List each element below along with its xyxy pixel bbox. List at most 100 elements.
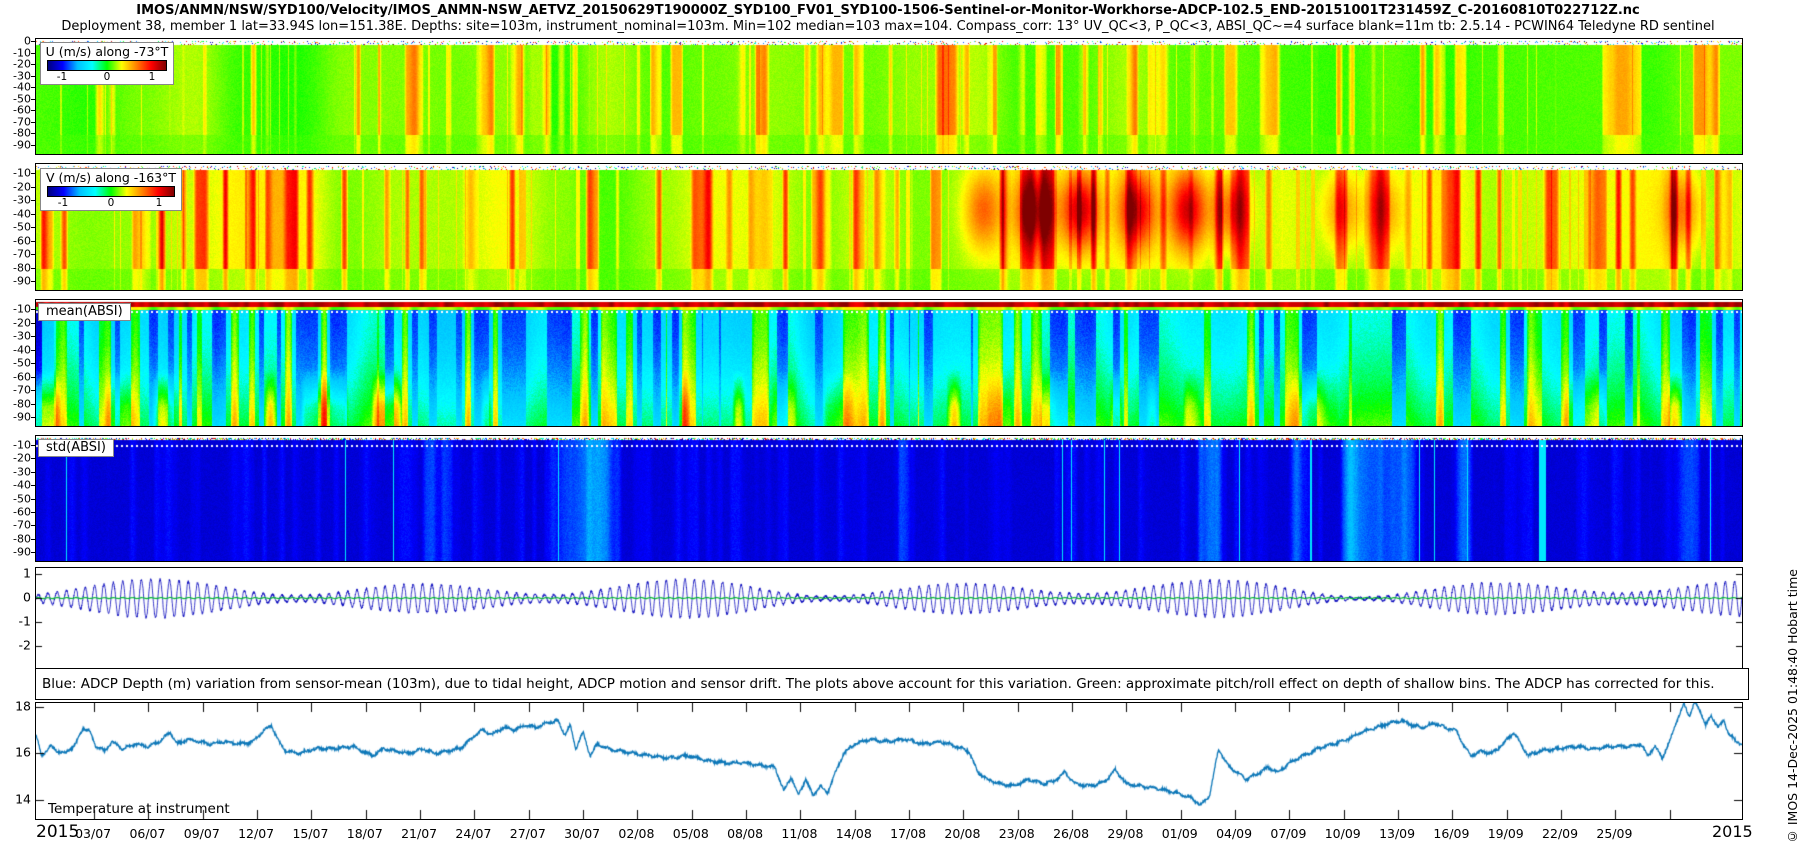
tick-mark <box>31 363 35 364</box>
figure-subtitle: Deployment 38, member 1 lat=33.94S lon=1… <box>61 19 1715 34</box>
date-tick-label: 19/09 <box>1487 826 1524 841</box>
depth-tick-label: -50 <box>13 220 31 234</box>
depth-tick-label: -30 <box>13 465 31 479</box>
tick-mark <box>31 110 35 111</box>
depth-tick-label: -10 <box>13 438 31 452</box>
colorbar-tick-label: 1 <box>155 197 163 209</box>
tick-mark <box>31 41 35 42</box>
mean-absi-panel: mean(ABSI) <box>35 299 1743 427</box>
depth-tick-label: -90 <box>13 545 31 559</box>
std-absi-heatmap <box>36 436 1742 561</box>
tick-mark <box>31 336 35 337</box>
tick-mark <box>31 350 35 351</box>
depth-tick-label: -30 <box>13 193 31 207</box>
year-label-left: 2015 <box>36 822 80 842</box>
depth-tick-label: -70 <box>13 518 31 532</box>
date-tick-label: 04/09 <box>1216 826 1253 841</box>
tick-mark <box>31 133 35 134</box>
date-tick-label: 10/09 <box>1324 826 1361 841</box>
tick-mark <box>31 145 35 146</box>
depth-tick-label: -70 <box>13 383 31 397</box>
v-colorbar-ticks: -1 0 1 <box>47 197 175 210</box>
depth-tick-label: -50 <box>13 356 31 370</box>
u-legend-title: U (m/s) along -73°T <box>45 44 169 59</box>
temp-tick-label: 18 <box>15 698 31 713</box>
tick-mark <box>31 99 35 100</box>
mean-absi-heatmap <box>36 300 1742 426</box>
date-tick-label: 17/08 <box>890 826 927 841</box>
depth-tick-label: -90 <box>13 274 31 288</box>
temperature-label: Temperature at instrument <box>48 801 230 817</box>
temp-tick-label: 14 <box>15 791 31 807</box>
date-tick-label: 21/07 <box>401 826 438 841</box>
date-tick-label: 12/07 <box>238 826 275 841</box>
date-tick-label: 25/09 <box>1596 826 1633 841</box>
depth-tick-label: -40 <box>13 343 31 356</box>
tick-mark <box>31 458 35 459</box>
depth-variation-plot <box>36 568 1742 669</box>
tick-mark <box>31 87 35 88</box>
colorbar-tick-label: 1 <box>148 71 156 83</box>
depth-tick-label: -80 <box>13 532 31 546</box>
tick-mark <box>31 200 35 201</box>
tick-mark <box>31 268 35 269</box>
tick-mark <box>31 241 35 242</box>
date-tick-label: 08/08 <box>727 826 764 841</box>
depth-tick-label: -20 <box>13 316 31 329</box>
std-absi-panel: std(ABSI) <box>35 435 1743 562</box>
tick-mark <box>31 64 35 65</box>
tick-mark <box>31 214 35 215</box>
u-velocity-heatmap <box>36 39 1742 154</box>
figure-root: IMOS/ANMN/NSW/SYD100/Velocity/IMOS_ANMN-… <box>0 0 1800 850</box>
tick-mark <box>31 76 35 77</box>
depth-tick-label: -70 <box>13 247 31 261</box>
v-colorbar-legend: V (m/s) along -163°T -1 0 1 <box>40 168 182 211</box>
tick-mark <box>31 227 35 228</box>
date-tick-label: 30/07 <box>564 826 601 841</box>
tick-mark <box>31 404 35 405</box>
date-tick-label: 23/08 <box>998 826 1035 841</box>
colorbar-tick-label: -1 <box>57 197 69 209</box>
tick-mark <box>31 512 35 513</box>
date-tick-label: 27/07 <box>509 826 546 841</box>
colorbar-tick-label: -1 <box>56 71 68 83</box>
date-tick-label: 09/07 <box>183 826 220 841</box>
date-tick-label: 02/08 <box>618 826 655 841</box>
year-label-right: 2015 <box>1712 822 1753 841</box>
figure-title: IMOS/ANMN/NSW/SYD100/Velocity/IMOS_ANMN-… <box>136 3 1640 18</box>
temperature-panel: Temperature at instrument <box>35 702 1743 820</box>
depth-tick-label: -50 <box>13 492 31 505</box>
u-velocity-panel: U (m/s) along -73°T -1 0 1 <box>35 38 1743 155</box>
std-absi-label: std(ABSI) <box>38 439 114 457</box>
depth-tick-label: -40 <box>13 478 31 492</box>
depth-tick-label: -60 <box>13 234 31 247</box>
depth-tick-label: -80 <box>13 261 31 274</box>
tick-mark <box>31 309 35 310</box>
colorbar-tick-label: 0 <box>107 197 115 209</box>
v-legend-title: V (m/s) along -163°T <box>45 170 177 185</box>
depthvar-tick-label: -1 <box>18 613 31 629</box>
date-tick-label: 20/08 <box>944 826 981 841</box>
date-tick-label: 18/07 <box>346 826 383 841</box>
colorbar-tick-label: 0 <box>103 71 111 83</box>
depth-tick-label: -30 <box>13 329 31 343</box>
date-tick-label: 14/08 <box>835 826 872 841</box>
depth-variation-panel <box>35 567 1743 670</box>
v-velocity-panel: V (m/s) along -163°T -1 0 1 <box>35 163 1743 291</box>
mean-absi-label: mean(ABSI) <box>38 303 131 321</box>
tick-mark <box>31 525 35 526</box>
date-tick-label: 06/07 <box>129 826 166 841</box>
date-tick-label: 03/07 <box>75 826 112 841</box>
tick-mark <box>31 377 35 378</box>
date-tick-label: 05/08 <box>672 826 709 841</box>
tick-mark <box>31 173 35 174</box>
depth-tick-label: -90 <box>13 410 31 424</box>
temperature-plot <box>36 703 1742 819</box>
tick-mark <box>31 254 35 255</box>
tick-mark <box>31 53 35 54</box>
depthvar-tick-label: 1 <box>23 565 31 581</box>
tick-mark <box>31 187 35 188</box>
tick-mark <box>31 552 35 553</box>
depth-tick-label: -60 <box>13 505 31 519</box>
tick-mark <box>31 445 35 446</box>
